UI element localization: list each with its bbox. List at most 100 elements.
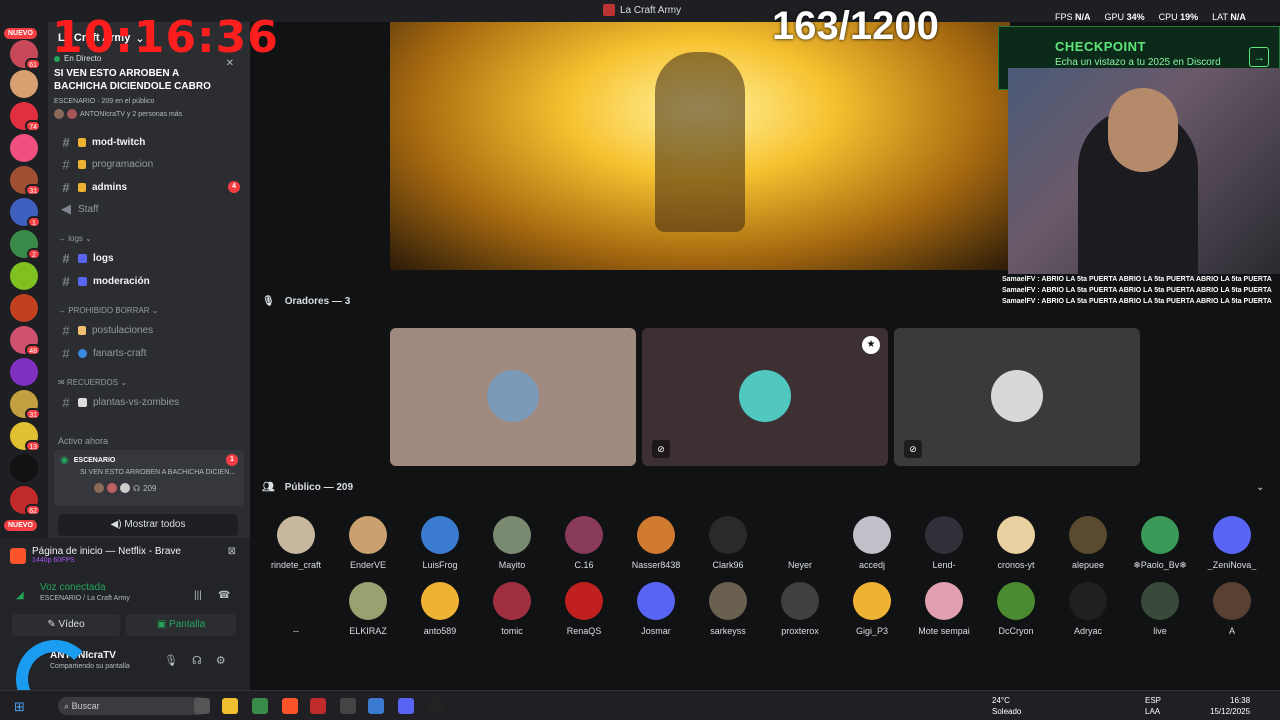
server-icon[interactable]: 13 xyxy=(10,422,41,452)
audience-member[interactable]: A xyxy=(1196,582,1268,636)
disconnect-icon[interactable]: ☎ xyxy=(218,590,230,601)
stop-stream-icon[interactable]: ⊠ xyxy=(228,546,236,572)
brave-icon xyxy=(10,548,26,564)
audience-member[interactable]: anto589 xyxy=(404,582,476,636)
avatar xyxy=(1141,582,1179,620)
nuevo-badge: NUEVO xyxy=(4,28,37,39)
stage-icon: ◉ xyxy=(60,454,69,466)
audience-member[interactable]: -- xyxy=(260,582,332,636)
channel-postulaciones[interactable]: # postulaciones xyxy=(56,320,244,340)
app-icon[interactable] xyxy=(428,698,444,714)
channel-fanarts[interactable]: # fanarts-craft xyxy=(56,343,244,363)
audience-member[interactable]: ❄Paolo_Bv❄ xyxy=(1124,516,1196,571)
channel-programacion[interactable]: # programacion xyxy=(56,154,244,174)
hash-icon: # xyxy=(62,156,70,172)
noise-suppression-icon[interactable]: ||| xyxy=(194,590,202,601)
audience-member[interactable]: C.16 xyxy=(548,516,620,570)
audience-member[interactable]: Neyer xyxy=(764,516,836,570)
active-stage-item[interactable]: ◉ ESCENARIO 1 SI VEN ESTO ARROBEN A BACH… xyxy=(54,450,244,506)
audience-member[interactable]: Mote sempai xyxy=(908,582,980,636)
live-stage-card[interactable]: En Directo SI VEN ESTO ARROBEN A BACHICH… xyxy=(54,54,244,138)
server-icon[interactable]: 1 xyxy=(10,198,41,228)
taskbar-clock[interactable]: 16:38 15/12/2025 xyxy=(1210,695,1250,717)
clock-overlay: 10:16:36 xyxy=(52,12,279,63)
audience-member[interactable]: alepuee xyxy=(1052,516,1124,570)
audience-member[interactable]: Adryac xyxy=(1052,582,1124,636)
chevron-down-icon[interactable]: ⌄ xyxy=(1256,482,1264,493)
screen-share-video[interactable] xyxy=(390,22,1010,270)
gear-icon[interactable]: ⚙ xyxy=(216,654,226,667)
weather-widget[interactable]: 24°C Soleado xyxy=(992,695,1021,717)
language-indicator[interactable]: ESP LAA xyxy=(1145,695,1161,717)
audience-member[interactable]: _ZeniNova_ xyxy=(1196,516,1268,570)
server-icon[interactable]: 2 xyxy=(10,230,41,260)
server-icon[interactable]: 61 xyxy=(10,40,41,70)
audience-member[interactable]: ELKIRAZ xyxy=(332,582,404,636)
category-logs[interactable]: → logs ⌄ xyxy=(58,234,92,243)
live-meta: ESCENARIO · 209 en el público xyxy=(54,98,155,105)
server-icon[interactable] xyxy=(10,358,38,386)
brave-icon[interactable] xyxy=(282,698,298,714)
audience-member[interactable]: DcCryon xyxy=(980,582,1052,636)
category-recuerdos[interactable]: ✉ RECUERDOS ⌄ xyxy=(58,378,127,387)
notepad-icon[interactable] xyxy=(368,698,384,714)
server-icon[interactable]: 31 xyxy=(10,166,41,196)
stream-source[interactable]: Página de inicio — Netflix - Brave 1440p… xyxy=(10,546,236,572)
audience-member[interactable]: Mayito xyxy=(476,516,548,570)
channel-moderacion[interactable]: # moderación xyxy=(56,271,244,291)
video-button[interactable]: ✎ Vídeo xyxy=(12,614,120,636)
server-icon[interactable] xyxy=(10,454,38,482)
screen-share-button[interactable]: ▣ Pantalla xyxy=(126,614,236,636)
server-icon[interactable]: 48 xyxy=(10,326,41,356)
taskbar-search[interactable]: ⌕ Buscar xyxy=(58,697,208,715)
audience-member[interactable]: live xyxy=(1124,582,1196,636)
audience-member[interactable]: Clark96 xyxy=(692,516,764,570)
audience-member[interactable]: LuisFrog xyxy=(404,516,476,570)
channel-logs[interactable]: # logs xyxy=(56,248,244,268)
microphone-icon[interactable]: 🎙︎ xyxy=(164,654,178,667)
server-icon[interactable] xyxy=(10,70,38,98)
avatar xyxy=(67,109,77,119)
server-icon[interactable]: 62 xyxy=(10,486,41,516)
channel-plantas[interactable]: # plantas-vs-zombies xyxy=(56,392,244,412)
speaker-tile[interactable] xyxy=(390,328,636,466)
audience-member[interactable]: EnderVE xyxy=(332,516,404,570)
channel-staff[interactable]: ◀ Staff xyxy=(56,199,244,219)
audience-member[interactable]: Nasser8438 xyxy=(620,516,692,570)
server-icon[interactable] xyxy=(10,262,38,290)
audience-member[interactable]: proxterox xyxy=(764,582,836,636)
speaker-tile[interactable]: ★ ⊘ xyxy=(642,328,888,466)
audience-member-name: tomic xyxy=(501,626,523,636)
thumbs-up-icon xyxy=(78,253,87,263)
show-all-button[interactable]: ◀) Mostrar todos xyxy=(58,514,238,536)
audience-member[interactable]: Josmar xyxy=(620,582,692,636)
discord-icon[interactable] xyxy=(398,698,414,714)
server-icon[interactable] xyxy=(10,134,38,162)
audience-member[interactable]: cronos-yt xyxy=(980,516,1052,570)
audience-member-name: sarkeyss xyxy=(710,626,746,636)
audience-member[interactable]: rindete_craft xyxy=(260,516,332,570)
channel-mod-twitch[interactable]: # mod-twitch xyxy=(56,132,244,152)
audience-member[interactable]: Gigi_P3 xyxy=(836,582,908,636)
server-icon[interactable] xyxy=(10,294,38,322)
avatar xyxy=(493,516,531,554)
windows-icon[interactable]: ⊞ xyxy=(14,699,25,715)
headphones-icon[interactable]: ☊ xyxy=(192,654,202,667)
server-icon[interactable]: 74 xyxy=(10,102,41,132)
app-icon[interactable] xyxy=(340,698,356,714)
audience-member[interactable]: Lend- xyxy=(908,516,980,570)
audience-member[interactable]: sarkeyss xyxy=(692,582,764,636)
audience-member[interactable]: RenaQS xyxy=(548,582,620,636)
audience-member[interactable]: accedj xyxy=(836,516,908,570)
app-icon[interactable] xyxy=(310,698,326,714)
channel-admins[interactable]: # admins 4 xyxy=(56,177,244,197)
arrow-right-icon[interactable]: → xyxy=(1249,47,1269,67)
file-explorer-icon[interactable] xyxy=(222,698,238,714)
speaker-tile[interactable]: ⊘ xyxy=(894,328,1140,466)
category-prohibido[interactable]: → PROHIBIDO BORRAR ⌄ xyxy=(58,306,159,315)
store-icon[interactable] xyxy=(252,698,268,714)
audience-member[interactable]: tomic xyxy=(476,582,548,636)
task-view-icon[interactable] xyxy=(194,698,210,714)
streamer-head xyxy=(1108,88,1178,172)
server-icon[interactable]: 31 xyxy=(10,390,41,420)
